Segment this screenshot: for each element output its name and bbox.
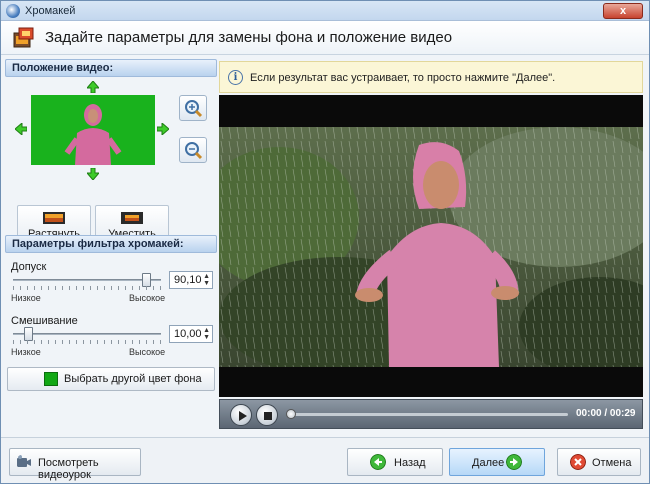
blending-ticks — [13, 340, 161, 344]
chromakey-window: Хромакей x Задайте параметры для замены … — [0, 0, 650, 484]
choose-bg-color-button[interactable]: Выбрать другой цвет фона — [7, 367, 215, 391]
settings-panel: Положение видео: Растянуть Уместить Пара… — [5, 59, 217, 431]
info-text: Если результат вас устраивает, то просто… — [250, 72, 556, 84]
cancel-button[interactable]: Отмена — [557, 448, 641, 476]
blending-min-label: Низкое — [11, 347, 41, 357]
stop-icon — [264, 412, 272, 420]
spin-arrows-icon[interactable]: ▲ ▼ — [203, 273, 210, 287]
blending-value: 10,00 — [174, 328, 202, 340]
tolerance-max-label: Высокое — [129, 293, 166, 303]
film-icon — [13, 27, 34, 48]
app-icon — [6, 4, 20, 18]
filter-section-title: Параметры фильтра хромакей: — [5, 235, 217, 253]
watch-tutorial-label: Посмотреть видеоурок — [38, 457, 99, 481]
spin-arrows-icon[interactable]: ▲ ▼ — [203, 327, 210, 341]
cancel-icon — [570, 454, 586, 470]
tolerance-slider-track[interactable] — [13, 279, 161, 281]
title-bar: Хромакей x — [1, 1, 649, 21]
timecode: 00:00 / 00:29 — [576, 408, 636, 419]
next-button[interactable]: Далее — [449, 448, 545, 476]
stretch-icon — [43, 212, 65, 224]
tolerance-min-label: Низкое — [11, 293, 41, 303]
arrow-back-icon — [370, 454, 386, 470]
tolerance-slider-thumb[interactable] — [142, 273, 152, 287]
position-section-title: Положение видео: — [5, 59, 217, 77]
green-screen-preview[interactable] — [31, 95, 155, 165]
tolerance-ticks — [13, 286, 161, 290]
arrow-left-icon[interactable] — [15, 123, 27, 135]
arrow-down-icon[interactable] — [87, 168, 99, 180]
blending-label: Смешивание — [11, 315, 78, 327]
blending-spinbox[interactable]: 10,00 ▲ ▼ — [169, 325, 213, 343]
arrow-right-icon[interactable] — [157, 123, 169, 135]
window-title: Хромакей — [25, 5, 76, 17]
zoom-in-icon — [185, 100, 203, 118]
page-title: Задайте параметры для замены фона и поло… — [45, 29, 453, 46]
info-bar: i Если результат вас устраивает, то прос… — [219, 61, 643, 93]
zoom-out-button[interactable] — [179, 137, 207, 163]
person-thumbnail — [64, 104, 122, 165]
blending-slider-thumb[interactable] — [23, 327, 33, 341]
video-frame — [219, 127, 643, 367]
zoom-out-icon — [185, 142, 203, 160]
color-swatch — [44, 372, 58, 386]
preview-panel: i Если результат вас устраивает, то прос… — [219, 59, 643, 431]
stop-button[interactable] — [256, 404, 278, 426]
blending-slider-track[interactable] — [13, 333, 161, 335]
cancel-label: Отмена — [592, 457, 632, 469]
video-camera-icon — [17, 455, 31, 467]
close-button[interactable]: x — [603, 3, 643, 19]
play-icon — [239, 411, 247, 421]
play-button[interactable] — [230, 404, 252, 426]
page-header: Задайте параметры для замены фона и поло… — [1, 21, 649, 55]
video-preview[interactable] — [219, 95, 643, 397]
blending-max-label: Высокое — [129, 347, 166, 357]
arrow-up-icon[interactable] — [87, 81, 99, 93]
fit-icon — [121, 212, 143, 224]
zoom-in-button[interactable] — [179, 95, 207, 121]
progress-knob[interactable] — [286, 409, 296, 419]
info-icon: i — [228, 70, 243, 85]
next-label: Далее — [472, 457, 505, 469]
tolerance-label: Допуск — [11, 261, 47, 273]
tolerance-value: 90,10 — [174, 274, 202, 286]
watch-tutorial-button[interactable]: Посмотреть видеоурок — [9, 448, 141, 481]
arrow-next-icon — [506, 454, 522, 470]
position-preview-area: Растянуть Уместить — [5, 79, 217, 245]
footer-bar: Посмотреть видеоурок Назад Далее Отмена — [1, 437, 649, 483]
choose-bg-color-label: Выбрать другой цвет фона — [64, 373, 202, 385]
player-controls: 00:00 / 00:29 — [219, 399, 643, 429]
back-button[interactable]: Назад — [347, 448, 443, 476]
back-label: Назад — [394, 457, 426, 469]
tolerance-spinbox[interactable]: 90,10 ▲ ▼ — [169, 271, 213, 289]
progress-bar[interactable] — [290, 413, 568, 416]
